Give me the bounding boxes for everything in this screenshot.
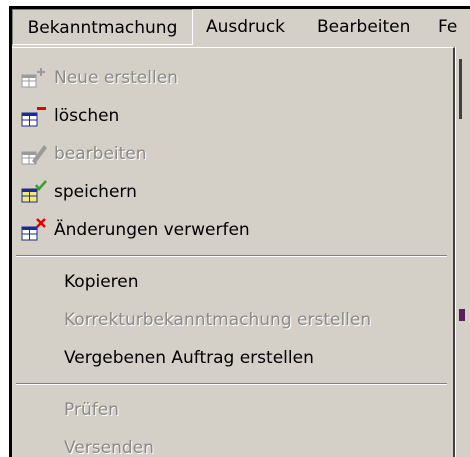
menu-ausdruck[interactable]: Ausdruck [200,9,291,45]
menu-item-label: Vergebenen Auftrag erstellen [64,348,314,368]
menu-item-label: bearbeiten [54,144,147,164]
menu-separator [16,255,447,257]
menu-item-label: Neue erstellen [54,68,178,88]
menu-separator [16,383,447,385]
menu-fe-truncated[interactable]: Fe [432,9,463,45]
discard-changes-x-icon [21,218,46,241]
save-table-check-icon [21,180,47,203]
menu-item-aenderungen-verwerfen[interactable]: Änderungen verwerfen [12,212,453,248]
menu-item-loeschen[interactable]: löschen [12,98,453,134]
application-window: Bekanntmachung Ausdruck Bearbeiten Fe Ne… [9,6,470,457]
menu-item-pruefen[interactable]: Prüfen [12,392,453,428]
menu-item-label: Kopieren [64,272,139,292]
menu-item-bearbeiten[interactable]: bearbeiten [12,136,453,172]
menu-item-label: Versenden [64,438,154,457]
menu-item-vergebenen-auftrag-erstellen[interactable]: Vergebenen Auftrag erstellen [12,340,453,376]
bekanntmachung-dropdown-menu: Neue erstellen löschen bearbeiten speich… [12,47,455,457]
edit-table-icon [21,145,47,165]
menu-item-label: speichern [54,182,137,202]
menu-item-speichern[interactable]: speichern [12,174,453,210]
menu-item-label: Korrekturbekanntmachung erstellen [64,310,372,330]
menu-item-label: Änderungen verwerfen [54,220,250,240]
menu-bearbeiten[interactable]: Bearbeiten [311,9,416,45]
background-edge-mark [459,309,465,321]
menu-item-neue-erstellen[interactable]: Neue erstellen [12,60,453,96]
background-edge-mark [459,59,462,119]
menu-item-korrekturbekanntmachung-erstellen[interactable]: Korrekturbekanntmachung erstellen [12,302,453,338]
background-window-strip [455,47,470,457]
menu-bar: Bekanntmachung Ausdruck Bearbeiten Fe [12,9,470,48]
menu-item-versenden[interactable]: Versenden [12,430,453,457]
menu-bekanntmachung[interactable]: Bekanntmachung [12,9,193,45]
menu-item-label: löschen [54,106,120,126]
menu-item-kopieren[interactable]: Kopieren [12,264,453,300]
menu-item-label: Prüfen [64,400,119,420]
delete-table-icon [21,107,46,127]
add-table-icon [21,68,45,88]
